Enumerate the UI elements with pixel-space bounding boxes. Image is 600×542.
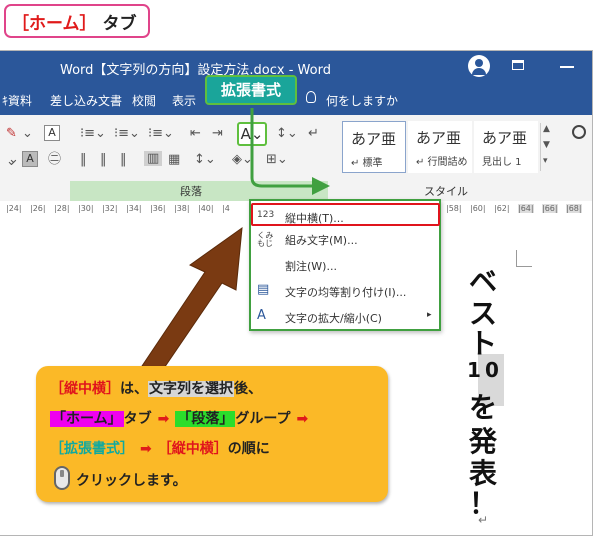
menu-item-two-lines-in-one[interactable]: 割注(W)... [251,254,439,276]
instruction-line-1: ［縦中横］は、文字列を選択後、 [50,381,262,397]
instruction-box: ［縦中横］は、文字列を選択後、 「ホーム」 タブ ➡ 「段落」 グループ ➡ ［拡張書式］… [36,366,388,502]
vtext-char: 0 [485,358,499,382]
vtext-char: ト [468,327,497,360]
menu-item-distribute-text[interactable]: ▤ 文字の均等割り付け(I)... [251,280,439,302]
instruction-line-2: 「ホーム」 タブ ➡ 「段落」 グループ ➡ [50,411,309,427]
vtext-char: ベ [468,265,497,298]
vtext-char: ス [468,297,497,330]
menu-item-combine-characters[interactable]: くみ もじ 組み文字(M)... [251,228,439,250]
menu-item-character-scale[interactable]: A 文字の拡大/縮小(C) ▸ [251,306,439,328]
distribute-text-icon: ▤ [257,282,270,297]
green-arrow-head [312,177,330,195]
brown-pointer-arrow [141,226,243,375]
vtext-char: 表 [468,457,497,490]
instruction-line-4: クリックします。 [76,473,187,489]
mouse-icon [54,466,70,490]
paragraph-mark: ↵ [477,513,489,527]
submenu-arrow-icon: ▸ [427,310,432,320]
highlight-box [251,203,440,226]
vertical-text[interactable]: ベ ス ト 1 0 を 発 表 ！ ↵ [460,268,506,528]
instruction-line-3: ［拡張書式］ ➡ ［縦中横］の順に [50,441,270,457]
vtext-char: 発 [468,425,497,458]
green-connector-arrow [250,108,318,188]
vtext-char: 1 [467,358,481,382]
combine-characters-icon: くみ もじ [257,231,274,248]
vtext-char: を [468,391,497,424]
character-scale-icon: A [257,308,266,323]
